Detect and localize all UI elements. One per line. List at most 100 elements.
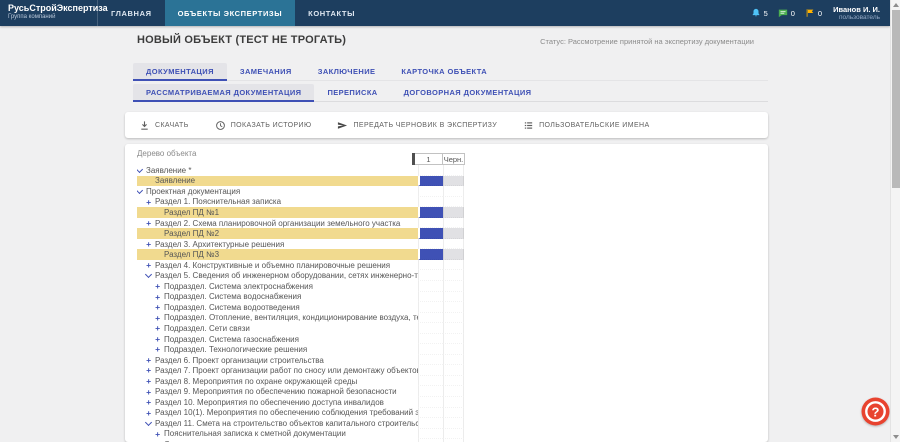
help-button[interactable]: ? <box>860 396 891 427</box>
tree-row[interactable]: +Раздел 10(1). Мероприятия по обеспечени… <box>137 408 464 419</box>
notification-badges: 500 <box>751 8 823 18</box>
expand-plus-icon[interactable]: + <box>146 240 151 249</box>
user-role: пользователь <box>833 14 880 21</box>
tab[interactable]: ДОКУМЕНТАЦИЯ <box>133 63 227 81</box>
tab[interactable]: ПЕРЕПИСКА <box>314 84 390 102</box>
tree-cell-version <box>418 429 443 440</box>
page-scrollbar[interactable] <box>890 0 900 442</box>
tree-row[interactable]: Заявление <box>137 176 464 187</box>
tree-row-label: Проектная документация <box>146 187 240 196</box>
nav-tab[interactable]: ГЛАВНАЯ <box>98 0 165 26</box>
tree-row[interactable]: Раздел ПД №1 <box>137 207 464 218</box>
expand-plus-icon[interactable]: + <box>155 430 160 439</box>
tree-row-label: Подраздел. Система водоотведения <box>164 303 300 312</box>
expand-plus-icon[interactable]: + <box>146 388 151 397</box>
flag-icon <box>805 8 815 18</box>
app-logo[interactable]: РусьСтройЭкспертиза Группа компаний <box>0 0 98 26</box>
tab[interactable]: ЗАМЕЧАНИЯ <box>227 63 305 81</box>
scrollbar-up-icon[interactable] <box>893 3 899 7</box>
chat-badge[interactable]: 0 <box>778 8 795 18</box>
chevron-down-icon[interactable] <box>145 419 152 426</box>
bell-icon <box>751 8 761 18</box>
column-header-draft: Черн. <box>443 153 465 165</box>
tree-row[interactable]: +Раздел 10. Мероприятия по обеспечению д… <box>137 397 464 408</box>
tree-cell-draft <box>443 418 464 429</box>
tree-column-header: 1 Черн. <box>412 153 465 165</box>
chevron-down-icon[interactable] <box>137 166 143 173</box>
scrollbar-thumb[interactable] <box>892 10 900 188</box>
expand-plus-icon[interactable]: + <box>155 345 160 354</box>
tree-row-label: Раздел 4. Конструктивные и объемно плани… <box>155 261 390 270</box>
tree-row[interactable]: +Подраздел. Отопление, вентиляция, конди… <box>137 313 464 324</box>
expand-plus-icon[interactable]: + <box>155 335 160 344</box>
expand-plus-icon[interactable]: + <box>146 198 151 207</box>
tree-cell-draft <box>443 197 464 208</box>
tree-cell-version <box>418 270 443 281</box>
tree-cell-draft <box>443 302 464 313</box>
tree-row[interactable]: Раздел 11. Смета на строительство объект… <box>137 418 464 429</box>
expand-plus-icon[interactable]: + <box>146 261 151 270</box>
top-navbar: РусьСтройЭкспертиза Группа компаний ГЛАВ… <box>0 0 890 26</box>
tree-row[interactable]: + Подраздел. Система водоснабжения <box>137 292 464 303</box>
tree-row[interactable]: +Раздел 6. Проект организации строительс… <box>137 355 464 366</box>
tree-cell-draft <box>443 323 464 334</box>
bell-badge[interactable]: 5 <box>751 8 768 18</box>
tree-row[interactable]: +Раздел 1. Пояснительная записка <box>137 197 464 208</box>
expand-plus-icon[interactable]: + <box>146 409 151 418</box>
tree-row[interactable]: +Раздел 9. Мероприятия по обеспечению по… <box>137 386 464 397</box>
chevron-down-icon[interactable] <box>137 187 143 194</box>
expand-plus-icon[interactable]: + <box>155 303 160 312</box>
expand-plus-icon[interactable]: + <box>155 293 160 302</box>
expand-plus-icon[interactable]: + <box>155 282 160 291</box>
tree-cell-version <box>418 228 443 239</box>
tree-row[interactable]: +Пояснительная записка к сметной докумен… <box>137 429 464 440</box>
tree-row[interactable]: Проектная документация <box>137 186 464 197</box>
tree-row[interactable]: + Подраздел. Система водоотведения <box>137 302 464 313</box>
tree-row-label: Раздел 5. Сведения об инженерном оборудо… <box>155 271 418 280</box>
tree-row-label: Подраздел. Система водоснабжения <box>164 292 301 301</box>
tree-row[interactable]: +Раздел 7. Проект организации работ по с… <box>137 365 464 376</box>
chevron-down-icon[interactable] <box>145 271 152 278</box>
tree-cell-draft <box>443 239 464 250</box>
tree-row[interactable]: +Подраздел. Сети связи <box>137 323 464 334</box>
expand-plus-icon[interactable]: + <box>146 356 151 365</box>
tree-row[interactable]: +Подраздел. Система газоснабжения <box>137 334 464 345</box>
expand-plus-icon[interactable]: + <box>146 377 151 386</box>
tree-row[interactable]: + Раздел 4. Конструктивные и объемно план… <box>137 260 464 271</box>
nav-tab[interactable]: КОНТАКТЫ <box>295 0 368 26</box>
tree-row[interactable]: +Подраздел. Система электроснабжения <box>137 281 464 292</box>
tree-cell-version <box>418 218 443 229</box>
tree-cell-version <box>418 344 443 355</box>
expand-plus-icon[interactable]: + <box>146 398 151 407</box>
tree-row-label: Заявление <box>155 176 195 185</box>
expand-plus-icon[interactable]: + <box>146 366 151 375</box>
передать-черновик-в-экспертизу-button[interactable]: ПЕРЕДАТЬ ЧЕРНОВИК В ЭКСПЕРТИЗУ <box>337 120 497 131</box>
tree-row[interactable]: + Раздел 2. Схема планировочной организац… <box>137 218 464 229</box>
expand-plus-icon[interactable]: + <box>155 314 160 323</box>
expand-plus-icon[interactable]: + <box>146 219 151 228</box>
tree-row[interactable]: Раздел ПД №3 <box>137 249 464 260</box>
tree-row-label: Раздел 2. Схема планировочной организаци… <box>155 219 400 228</box>
scrollbar-down-icon[interactable] <box>893 435 899 439</box>
tree-row[interactable]: Заявление * <box>137 165 464 176</box>
tree-cell-version <box>418 281 443 292</box>
tree-row[interactable]: + Раздел 8. Мероприятия по охране окружаю… <box>137 376 464 387</box>
tab[interactable]: КАРТОЧКА ОБЪЕКТА <box>388 63 500 81</box>
nav-tab[interactable]: ОБЪЕКТЫ ЭКСПЕРТИЗЫ <box>165 0 296 26</box>
tree-row-label: Раздел 8. Мероприятия по охране окружающ… <box>155 377 357 386</box>
flag-badge[interactable]: 0 <box>805 8 822 18</box>
list-icon <box>523 120 534 131</box>
tree-row-label: Раздел ПД №3 <box>164 250 219 259</box>
tree-row[interactable]: Раздел ПД №2 <box>137 228 464 239</box>
tab[interactable]: ДОГОВОРНАЯ ДОКУМЕНТАЦИЯ <box>391 84 545 102</box>
tab[interactable]: ЗАКЛЮЧЕНИЕ <box>305 63 389 81</box>
пользовательские-имена-button[interactable]: ПОЛЬЗОВАТЕЛЬСКИЕ ИМЕНА <box>523 120 649 131</box>
user-menu[interactable]: Иванов И. И. пользователь <box>833 5 882 21</box>
expand-plus-icon[interactable]: + <box>155 324 160 333</box>
скачать-button[interactable]: СКАЧАТЬ <box>139 120 189 131</box>
tree-row[interactable]: +Раздел 3. Архитектурные решения <box>137 239 464 250</box>
tab[interactable]: РАССМАТРИВАЕМАЯ ДОКУМЕНТАЦИЯ <box>133 84 314 102</box>
tree-row[interactable]: Раздел 5. Сведения об инженерном оборудо… <box>137 270 464 281</box>
показать-историю-button[interactable]: ПОКАЗАТЬ ИСТОРИЮ <box>215 120 312 131</box>
tree-row[interactable]: +Подраздел. Технологические решения <box>137 344 464 355</box>
